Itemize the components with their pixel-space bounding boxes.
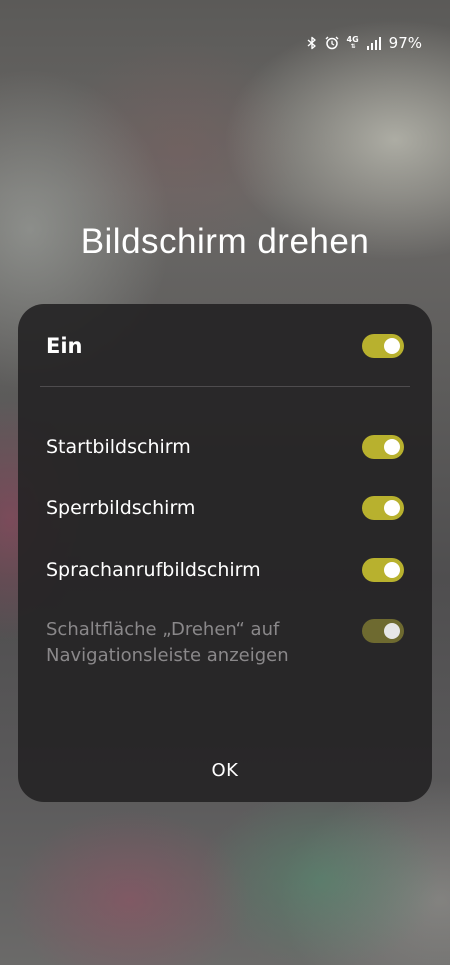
home-screen-toggle-switch[interactable]	[362, 435, 404, 459]
option-row-voice-call-screen[interactable]: Sprachanrufbildschirm	[46, 556, 404, 584]
switch-knob	[384, 439, 400, 455]
voice-call-screen-toggle-switch[interactable]	[362, 558, 404, 582]
switch-knob	[384, 338, 400, 354]
status-bar: 4G ⇅ 97%	[307, 34, 422, 52]
option-row-lock-screen[interactable]: Sperrbildschirm	[46, 494, 404, 522]
ok-button[interactable]: OK	[175, 750, 275, 790]
master-toggle-switch[interactable]	[362, 334, 404, 358]
divider	[40, 386, 410, 387]
option-row-rotate-button: Schaltfläche „Drehen“ auf Navigationslei…	[46, 617, 404, 669]
bluetooth-icon	[307, 36, 317, 50]
signal-icon	[366, 36, 381, 50]
switch-knob	[384, 562, 400, 578]
master-toggle-label: Ein	[46, 334, 83, 358]
switch-knob	[384, 623, 400, 639]
alarm-icon	[325, 36, 339, 50]
switch-knob	[384, 500, 400, 516]
option-label-lock-screen: Sperrbildschirm	[46, 497, 196, 519]
rotate-button-toggle-switch	[362, 619, 404, 643]
option-label-rotate-button: Schaltfläche „Drehen“ auf Navigationslei…	[46, 619, 289, 666]
network-label: 4G	[346, 35, 359, 44]
rotate-screen-dialog: Ein Startbildschirm Sperrbildschirm Spra…	[18, 304, 432, 802]
lock-screen-toggle-switch[interactable]	[362, 496, 404, 520]
4g-icon: 4G ⇅	[346, 35, 359, 51]
option-label-voice-call-screen: Sprachanrufbildschirm	[46, 559, 261, 581]
option-row-home-screen[interactable]: Startbildschirm	[46, 433, 404, 461]
page-title: Bildschirm drehen	[80, 222, 370, 261]
option-label-home-screen: Startbildschirm	[46, 436, 191, 458]
master-toggle-row[interactable]: Ein	[46, 332, 404, 360]
battery-percentage: 97%	[388, 34, 422, 52]
